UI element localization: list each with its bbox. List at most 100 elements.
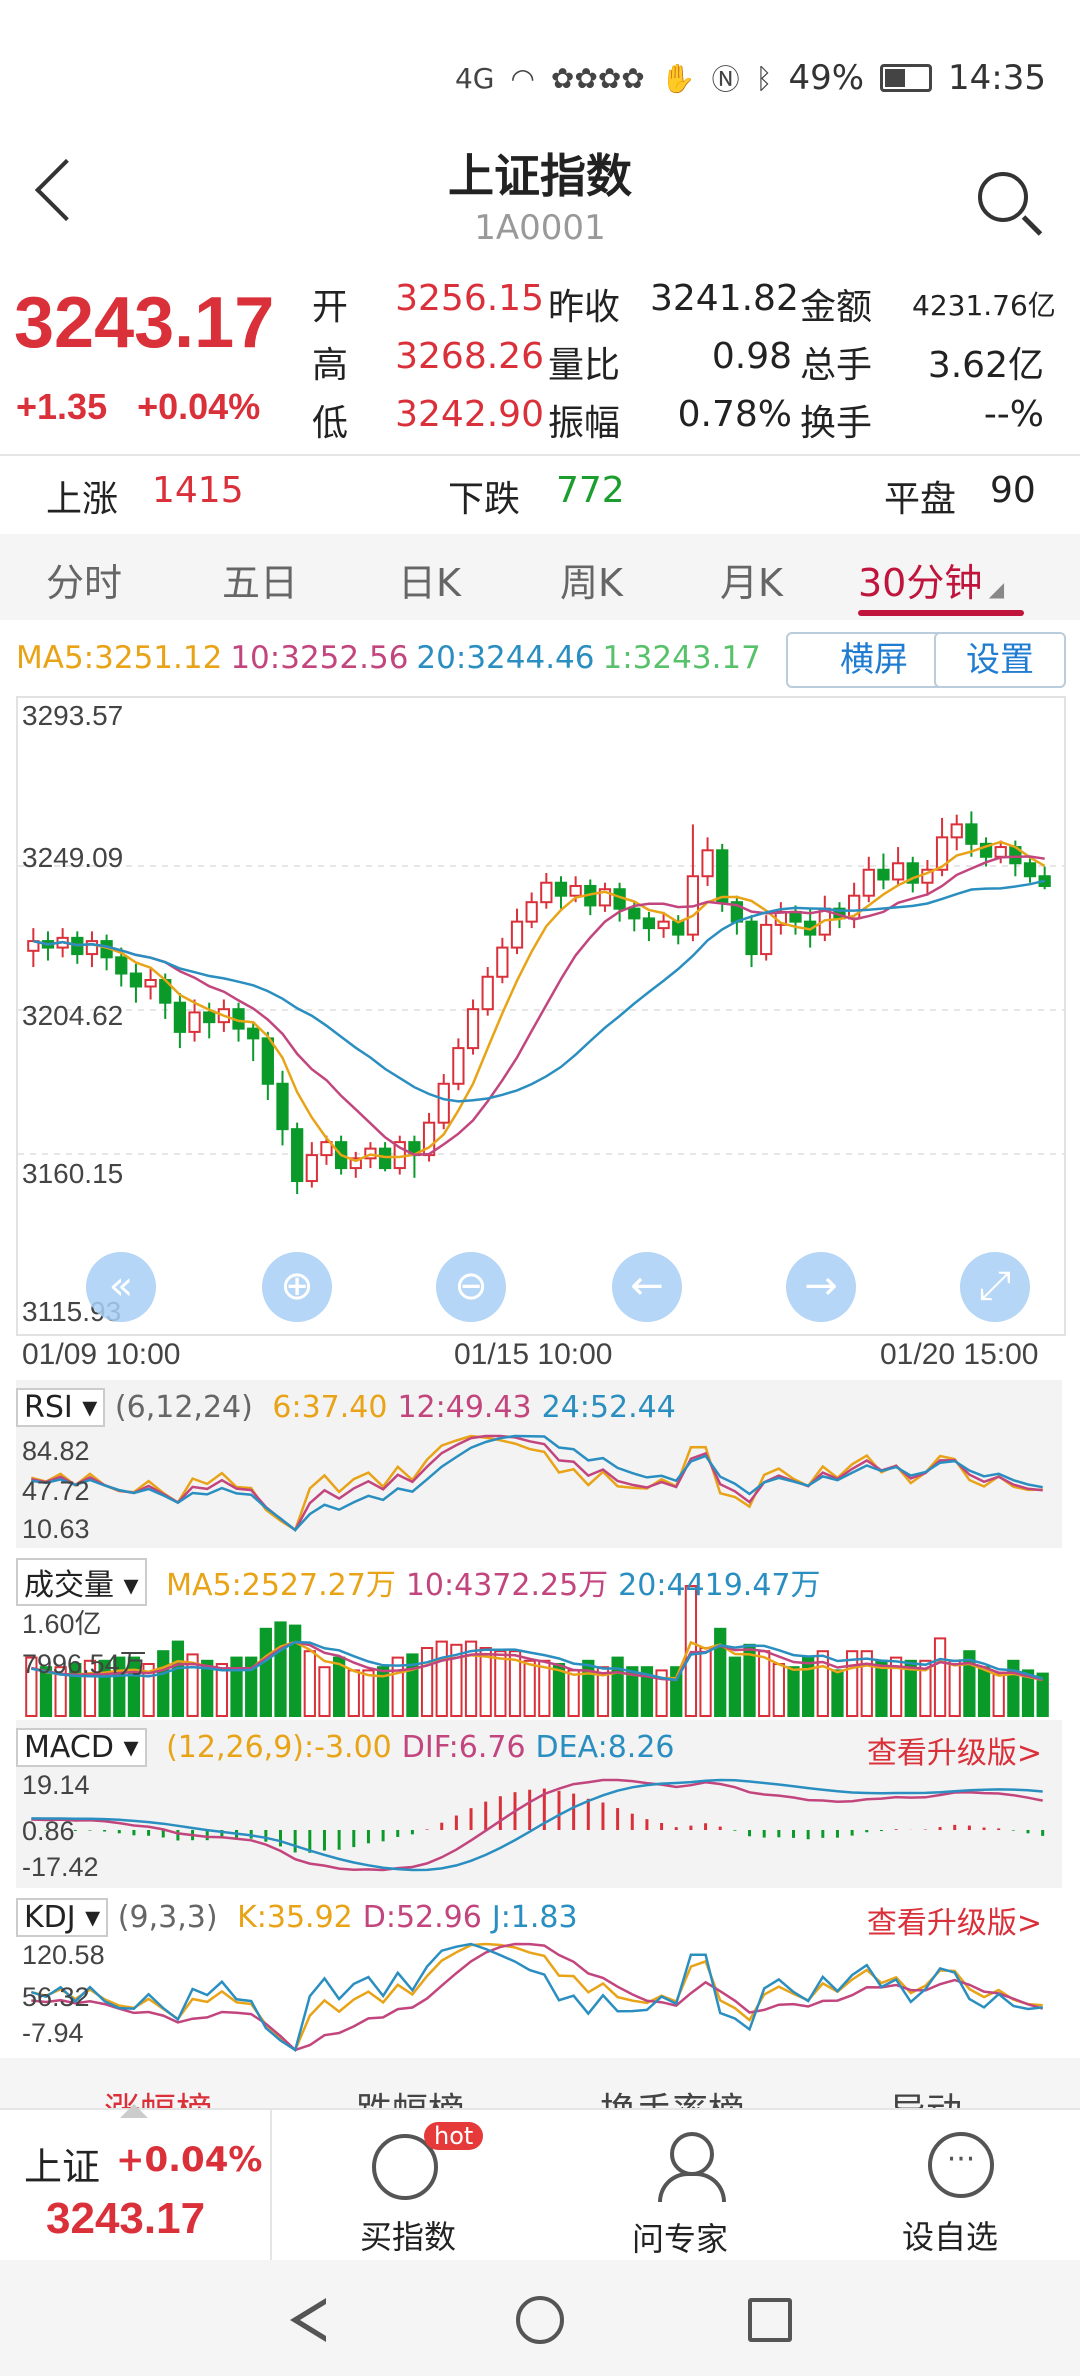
up-label: 上涨 bbox=[46, 479, 119, 520]
scroll-left-icon[interactable]: ← bbox=[612, 1252, 682, 1322]
volume-y-top: 1.60亿 bbox=[22, 1609, 102, 1639]
legend-value: 10:4372.25万 bbox=[405, 1568, 609, 1603]
nav-recents-icon[interactable] bbox=[748, 2298, 792, 2342]
y-label-top: 3293.57 bbox=[22, 700, 124, 731]
candle-body bbox=[525, 901, 538, 923]
tab-weekly-k[interactable]: 周K bbox=[560, 552, 623, 607]
legend-value: (12,26,9):-3.00 bbox=[166, 1730, 392, 1765]
quote-label: 金额 bbox=[800, 287, 873, 328]
index-code: 1A0001 bbox=[474, 208, 606, 248]
flat-count: 90 bbox=[990, 470, 1036, 511]
change-percent: +0.04% bbox=[137, 386, 261, 427]
volume-panel: 成交量 ▾ MA5:2527.27万 10:4372.25万 20:4419.47万… bbox=[16, 1550, 1062, 1718]
quote-value: 0.98 bbox=[711, 336, 792, 377]
tab-30min[interactable]: 30分钟 ◢ bbox=[858, 552, 1004, 607]
fullscreen-icon[interactable]: ⤢ bbox=[960, 1252, 1030, 1322]
kdj-upgrade-link[interactable]: 查看升级版> bbox=[867, 1898, 1042, 1942]
tab-movers[interactable]: 异动 bbox=[890, 2082, 962, 2108]
candle-body bbox=[115, 956, 128, 975]
quote-label: 低 bbox=[312, 403, 349, 444]
ma-value: 20:3244.46 bbox=[416, 640, 595, 676]
ma-value: 1:3243.17 bbox=[602, 640, 761, 676]
volume-bar bbox=[318, 1666, 331, 1717]
down-count: 772 bbox=[556, 470, 625, 511]
market-breadth: 上涨 1415 下跌 772 平盘 90 bbox=[0, 462, 1080, 526]
active-tab-indicator bbox=[858, 610, 1024, 616]
price-change: +1.35 +0.04% bbox=[16, 386, 260, 428]
tab-five-day[interactable]: 五日 bbox=[222, 552, 298, 607]
buy-index-label: 买指数 bbox=[360, 2218, 457, 2256]
add-watchlist-button[interactable]: ··· 设自选 bbox=[896, 2120, 1046, 2256]
hand-icon: ✋ bbox=[660, 61, 696, 95]
scroll-start-icon[interactable]: « bbox=[86, 1252, 156, 1322]
volume-selector[interactable]: 成交量 ▾ bbox=[16, 1558, 147, 1606]
index-summary[interactable]: 上证 +0.04% 3243.17 bbox=[0, 2110, 272, 2260]
rsi-y-top: 84.82 bbox=[22, 1436, 90, 1466]
candle-body bbox=[701, 849, 714, 878]
quote-label: 量比 bbox=[548, 345, 621, 386]
caret-icon: ◢ bbox=[982, 577, 1005, 601]
legend-value: DIF:6.76 bbox=[401, 1730, 526, 1765]
tab-turnover[interactable]: 换手率榜 bbox=[600, 2082, 744, 2108]
bottom-action-bar: 上证 +0.04% 3243.17 hot 买指数 问专家 ··· 设自选 bbox=[0, 2104, 1080, 2260]
rsi-selector[interactable]: RSI ▾ bbox=[16, 1388, 106, 1427]
add-watchlist-label: 设自选 bbox=[902, 2218, 999, 2256]
buy-index-button[interactable]: hot 买指数 bbox=[350, 2120, 500, 2256]
candle-body bbox=[144, 979, 157, 988]
k-line bbox=[31, 1942, 1043, 2053]
volume-bar bbox=[772, 1663, 785, 1717]
signal-icon: 4G bbox=[454, 61, 495, 95]
kdj-selector[interactable]: KDJ ▾ bbox=[16, 1898, 109, 1937]
y-label-4: 3160.15 bbox=[22, 1158, 124, 1189]
macd-upgrade-link[interactable]: 查看升级版> bbox=[867, 1728, 1042, 1772]
volume-bar bbox=[831, 1669, 844, 1717]
quote-value: 3242.90 bbox=[395, 394, 544, 435]
quote-value: 0.78% bbox=[677, 394, 792, 435]
bluetooth-icon: ᛒ bbox=[755, 61, 773, 95]
rsi-params: (6,12,24) bbox=[114, 1390, 253, 1425]
volume-bar bbox=[289, 1624, 302, 1717]
candle-body bbox=[862, 868, 875, 897]
candle-body bbox=[452, 1047, 465, 1085]
zoom-out-icon[interactable]: ⊖ bbox=[436, 1252, 506, 1322]
candle-body bbox=[657, 920, 670, 930]
kdj-label: KDJ bbox=[24, 1900, 76, 1935]
volume-bar bbox=[230, 1656, 243, 1717]
legend-value: DEA:8.26 bbox=[535, 1730, 675, 1765]
quote-value: 3268.26 bbox=[395, 336, 544, 377]
candle-body bbox=[496, 946, 509, 978]
volume-bar bbox=[362, 1669, 375, 1717]
j-line bbox=[30, 1942, 1043, 2052]
rsi-y-bottom: 10.63 bbox=[22, 1514, 90, 1544]
kline-chart[interactable] bbox=[16, 696, 1066, 1336]
scroll-right-icon[interactable]: → bbox=[786, 1252, 856, 1322]
volume-bar bbox=[992, 1672, 1005, 1717]
nav-home-icon[interactable] bbox=[516, 2296, 564, 2344]
ask-expert-button[interactable]: 问专家 bbox=[628, 2120, 778, 2258]
quote-value: 3256.15 bbox=[395, 278, 544, 319]
macd-selector[interactable]: MACD ▾ bbox=[16, 1728, 147, 1767]
settings-button[interactable]: 设置 bbox=[934, 632, 1066, 688]
tab-daily-k[interactable]: 日K bbox=[398, 552, 461, 607]
candle-body bbox=[642, 917, 656, 930]
ma20-line bbox=[33, 879, 1045, 1103]
volume-bar bbox=[948, 1659, 961, 1718]
d-line bbox=[31, 1942, 1044, 2052]
quote-label: 昨收 bbox=[548, 287, 621, 328]
period-tabs: 分时 五日 日K 周K 月K 30分钟 ◢ bbox=[0, 534, 1080, 620]
macd-values: (12,26,9):-3.00 DIF:6.76 DEA:8.26 bbox=[156, 1730, 674, 1765]
volume-bar bbox=[875, 1659, 888, 1718]
tab-monthly-k[interactable]: 月K bbox=[720, 552, 783, 607]
search-icon[interactable] bbox=[978, 172, 1028, 222]
tab-intraday[interactable]: 分时 bbox=[46, 552, 122, 607]
zoom-in-icon[interactable]: ⊕ bbox=[262, 1252, 332, 1322]
volume-bar bbox=[420, 1647, 434, 1717]
candle-body bbox=[466, 1008, 480, 1050]
volume-bar bbox=[699, 1647, 712, 1717]
tab-losers[interactable]: 跌幅榜 bbox=[356, 2082, 464, 2108]
index-change: +0.04% bbox=[116, 2140, 263, 2180]
y-label-3: 3204.62 bbox=[22, 1000, 124, 1031]
quote-label: 总手 bbox=[800, 345, 873, 386]
quote-label: 高 bbox=[312, 345, 349, 386]
index-name: 上证 bbox=[24, 2145, 101, 2189]
